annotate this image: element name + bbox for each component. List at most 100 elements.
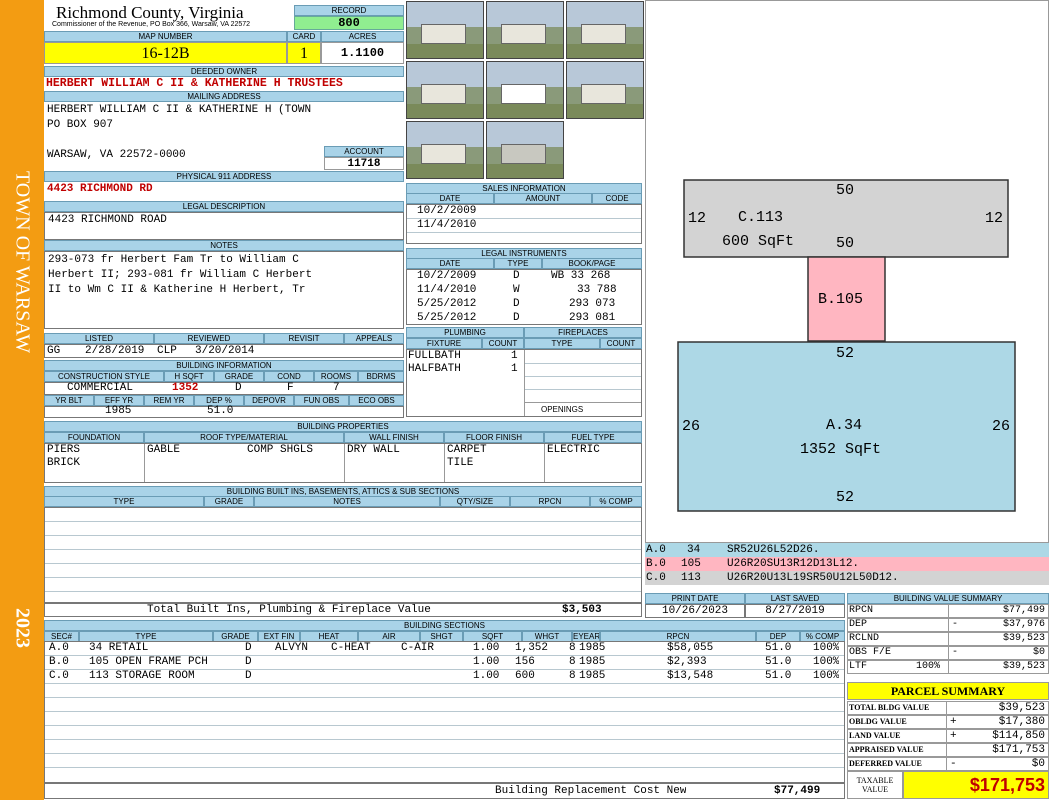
fixture-count-2: 1 xyxy=(511,363,518,375)
building-sections-label: BUILDING SECTIONS xyxy=(44,620,845,631)
section-grade: D xyxy=(245,656,252,668)
bvs-row: DEP - $37,976 xyxy=(847,618,1049,632)
instruments-table: 10/2/2009 D WB 33 268 11/4/2010 W 33 788… xyxy=(406,269,642,325)
taxable-value-label: TAXABLE VALUE xyxy=(847,771,903,799)
section-sec: B.0 xyxy=(49,656,69,668)
section-eyear: 1985 xyxy=(579,670,606,682)
dep-value: 51.0 xyxy=(207,405,234,417)
c-section-label: C.113 xyxy=(738,209,784,226)
sales-code-label: CODE xyxy=(592,193,642,204)
a-bottom-dim: 52 xyxy=(836,489,855,506)
section-rpcn: $58,055 xyxy=(667,642,714,654)
property-photo-6[interactable] xyxy=(566,61,644,119)
parcel-value: $0 xyxy=(1031,758,1045,770)
bvs-row: RCLND $39,523 xyxy=(847,632,1049,646)
building-properties-label: BUILDING PROPERTIES xyxy=(44,421,642,432)
property-photo-3[interactable] xyxy=(566,1,644,59)
physical-address-label: PHYSICAL 911 ADDRESS xyxy=(44,171,404,182)
floor-finish-2: TILE xyxy=(447,457,474,469)
inst-type-2: W xyxy=(513,284,520,296)
parcel-value: $171,753 xyxy=(992,744,1045,756)
section-dep: 51.0 xyxy=(765,656,792,668)
bdrms-label: BDRMS xyxy=(358,371,404,382)
c-right-dim: 12 xyxy=(985,210,1004,227)
c-section-area: 600 SqFt xyxy=(722,233,795,250)
physical-address: 4423 RICHMOND RD xyxy=(47,183,153,195)
yrblt-label: YR BLT xyxy=(44,395,94,406)
fuel-type-label: FUEL TYPE xyxy=(544,432,642,443)
section-grade: D xyxy=(245,642,252,654)
sketch-area[interactable]: 50 50 12 12 C.113 600 SqFt B.105 52 52 2… xyxy=(645,0,1049,543)
replacement-cost-label: Building Replacement Cost New xyxy=(495,785,687,797)
section-type: 34 RETAIL xyxy=(89,642,149,654)
builtins-rpcn-label: RPCN xyxy=(510,496,590,507)
construction-style-label: CONSTRUCTION STYLE xyxy=(44,371,164,382)
section-type: 105 OPEN FRAME PCH xyxy=(89,656,208,668)
record-label: RECORD xyxy=(294,5,404,16)
parcel-key: TOTAL BLDG VALUE xyxy=(849,703,930,712)
foundation-1: PIERS xyxy=(47,444,81,456)
section-dep: 51.0 xyxy=(765,642,792,654)
card-label: CARD xyxy=(287,31,321,42)
mailing-line-1: HERBERT WILLIAM C II & KATHERINE H (TOWN xyxy=(47,104,312,116)
parcel-row: APPRAISED VALUE $171,753 xyxy=(847,743,1049,757)
wall-finish: DRY WALL xyxy=(347,444,400,456)
sidebar: TOWN OF WARSAW 2023 xyxy=(0,0,44,800)
bvs-value: $37,976 xyxy=(1002,619,1045,630)
roof-material: COMP SHGLS xyxy=(247,444,314,456)
builtins-type-label: TYPE xyxy=(44,496,204,507)
legal-description: 4423 RICHMOND ROAD xyxy=(48,214,167,226)
roof-label: ROOF TYPE/MATERIAL xyxy=(144,432,344,443)
bvs-k: DEP xyxy=(849,619,868,630)
sales-amount-label: AMOUNT xyxy=(494,193,592,204)
section-eyear: 1985 xyxy=(579,642,606,654)
fixture-label: FIXTURE xyxy=(406,338,482,349)
legal-description-box: 4423 RICHMOND ROAD xyxy=(44,212,404,240)
plumbing-table: FULLBATH 1 HALFBATH 1 OPENINGS xyxy=(406,349,642,417)
builtins-total: $3,503 xyxy=(562,604,602,616)
section-grade: D xyxy=(245,670,252,682)
section-type: 113 STORAGE ROOM xyxy=(89,670,195,682)
tax-year: 2023 xyxy=(11,608,34,648)
legend-a-code: 34 xyxy=(687,544,701,556)
card-number: 1 xyxy=(287,42,321,64)
parcel-key: OBLDG VALUE xyxy=(849,717,907,726)
reviewed-date: 3/20/2014 xyxy=(195,345,255,357)
legend-b-id: B.0 xyxy=(646,558,666,570)
legend-row-a: A.0 34 SR52U26L52D26. xyxy=(645,543,1049,557)
property-photo-5[interactable] xyxy=(486,61,564,119)
inst-bp-4: 293 081 xyxy=(569,312,616,324)
property-photo-2[interactable] xyxy=(486,1,564,59)
section-whgt: 8 xyxy=(569,656,576,668)
bvs-row: OBS F/E - $0 xyxy=(847,646,1049,660)
section-row: A.0 34 RETAIL D ALVYN C-HEAT C-AIR 1.00 1,352 8 1… xyxy=(45,642,844,656)
section-rpcn: $2,393 xyxy=(667,656,707,668)
section-heat: C-HEAT xyxy=(331,642,371,654)
taxable-value: $171,753 xyxy=(903,771,1049,799)
properties-box: PIERS BRICK GABLE COMP SHGLS DRY WALL CA… xyxy=(44,443,642,483)
listed-date: 2/28/2019 xyxy=(85,345,145,357)
depovr-label: DEPOVR xyxy=(244,395,294,406)
parcel-op: + xyxy=(950,716,957,728)
record-number: 800 xyxy=(294,16,404,30)
property-photo-8[interactable] xyxy=(486,121,564,179)
a-right-dim: 26 xyxy=(992,418,1011,435)
property-photo-4[interactable] xyxy=(406,61,484,119)
map-number-label: MAP NUMBER xyxy=(44,31,287,42)
builtins-table xyxy=(44,507,642,603)
property-photo-7[interactable] xyxy=(406,121,484,179)
fireplaces-label: FIREPLACES xyxy=(524,327,642,338)
property-photo-1[interactable] xyxy=(406,1,484,59)
inst-date-label: DATE xyxy=(406,258,494,269)
listed-label: LISTED xyxy=(44,333,154,344)
legend-c-id: C.0 xyxy=(646,572,666,584)
map-number: 16-12B xyxy=(44,42,287,64)
inst-date-4: 5/25/2012 xyxy=(417,312,477,324)
inst-type-4: D xyxy=(513,312,520,324)
parcel-row: LAND VALUE + $114,850 xyxy=(847,729,1049,743)
appeals-label: APPEALS xyxy=(344,333,404,344)
rooms-value: 7 xyxy=(333,382,340,394)
legend-b-path: U26R20SU13R12D13L12. xyxy=(727,558,860,570)
section-sqft: 1,352 xyxy=(515,642,549,654)
inst-type-3: D xyxy=(513,298,520,310)
